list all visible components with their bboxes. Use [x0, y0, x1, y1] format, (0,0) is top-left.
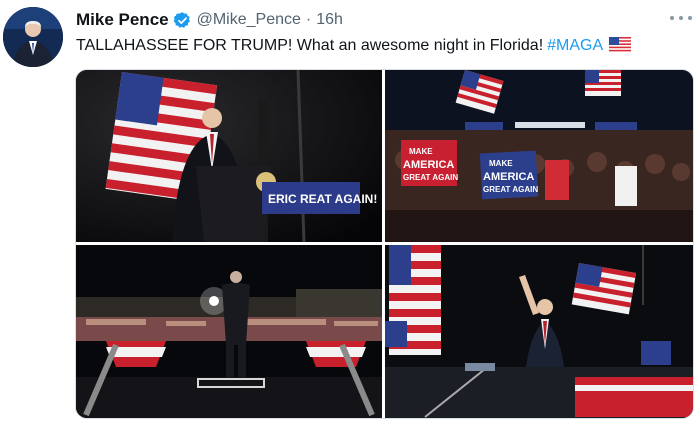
timestamp[interactable]: 16h — [316, 11, 343, 29]
avatar[interactable] — [3, 7, 63, 67]
tweet-body: TALLAHASSEE FOR TRUMP! What an awesome n… — [76, 37, 544, 54]
verified-badge-icon — [173, 11, 192, 30]
svg-text:MAKE: MAKE — [409, 147, 433, 156]
tweet-text: TALLAHASSEE FOR TRUMP! What an awesome n… — [76, 35, 632, 59]
svg-text:GREAT AGAIN: GREAT AGAIN — [483, 185, 538, 194]
author-name[interactable]: Mike Pence — [76, 10, 169, 30]
photo-3[interactable] — [76, 245, 382, 418]
photo-grid: ERIC REAT AGAIN! MAKE AMERICA GREAT AGAI… — [75, 69, 694, 419]
us-flag-emoji-icon — [609, 37, 632, 59]
svg-text:MAKE: MAKE — [489, 159, 513, 168]
svg-text:AMERICA: AMERICA — [403, 159, 454, 171]
tweet-card: Mike Pence @Mike_Pence · 16h TALLAHASSEE… — [0, 0, 700, 424]
tweet-header: Mike Pence @Mike_Pence · 16h — [76, 9, 343, 31]
hashtag-link[interactable]: #MAGA — [547, 37, 603, 54]
photo-1[interactable]: ERIC REAT AGAIN! — [76, 70, 382, 242]
separator-dot: · — [305, 11, 312, 28]
more-options-icon[interactable] — [670, 10, 692, 26]
photo-2[interactable]: MAKE AMERICA GREAT AGAIN MAKE AMERICA GR… — [385, 70, 693, 242]
svg-text:GREAT AGAIN: GREAT AGAIN — [403, 173, 458, 182]
svg-text:ERIC REAT AGAIN!: ERIC REAT AGAIN! — [268, 192, 377, 206]
svg-text:AMERICA: AMERICA — [483, 171, 534, 183]
author-handle[interactable]: @Mike_Pence — [197, 11, 301, 29]
photo-4[interactable] — [385, 245, 693, 418]
